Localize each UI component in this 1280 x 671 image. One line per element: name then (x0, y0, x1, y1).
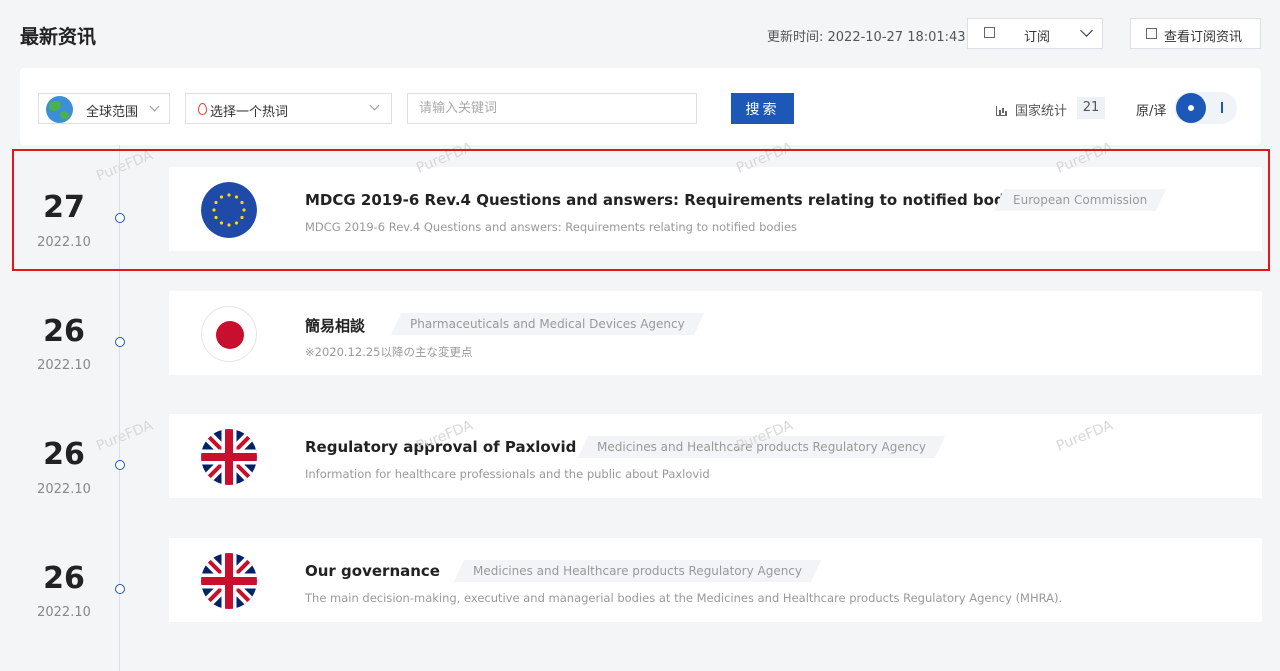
update-time: 更新时间: 2022-10-27 18:01:43 (767, 30, 966, 45)
news-year-month: 2022.10 (37, 358, 91, 373)
chevron-down-icon (369, 100, 380, 111)
agency-tag: European Commission (993, 189, 1167, 211)
watermark: PureFDA (94, 417, 156, 455)
search-button[interactable]: 搜索 (731, 93, 794, 124)
timeline-dot (115, 584, 125, 594)
news-year-month: 2022.10 (37, 605, 91, 620)
news-year-month: 2022.10 (37, 482, 91, 497)
keyword-search-input[interactable] (407, 93, 697, 124)
subscription-icon (1146, 28, 1157, 39)
scope-label: 全球范围 (86, 105, 139, 120)
agency-label: European Commission (1013, 193, 1148, 207)
watermark: PureFDA (94, 147, 156, 185)
subscribe-icon (984, 27, 995, 38)
agency-tag: Medicines and Healthcare products Regula… (453, 560, 822, 582)
japan-flag-icon (201, 306, 257, 362)
uk-flag-icon (201, 429, 257, 485)
news-card[interactable]: MDCG 2019-6 Rev.4 Questions and answers:… (169, 167, 1262, 251)
original-translation-toggle[interactable] (1174, 92, 1237, 124)
news-subtitle: MDCG 2019-6 Rev.4 Questions and answers:… (305, 220, 798, 234)
news-subtitle: ※2020.12.25以降の主な変更点 (305, 345, 473, 359)
timeline-dot (115, 337, 125, 347)
news-card[interactable]: 簡易相談 Pharmaceuticals and Medical Devices… (169, 291, 1262, 375)
agency-tag: Pharmaceuticals and Medical Devices Agen… (390, 313, 704, 335)
news-card[interactable]: Our governance Medicines and Healthcare … (169, 538, 1262, 622)
globe-icon (46, 96, 73, 123)
country-stats-link[interactable]: 国家统计 (996, 100, 1067, 119)
country-stats-label: 国家统计 (1015, 104, 1068, 119)
news-day: 26 (43, 561, 85, 596)
news-day: 26 (43, 314, 85, 349)
chevron-down-icon (149, 101, 160, 112)
uk-flag-icon (201, 553, 257, 609)
page-title: 最新资讯 (20, 26, 97, 48)
news-title: MDCG 2019-6 Rev.4 Questions and answers:… (305, 191, 1029, 209)
hotword-label: 选择一个热词 (210, 105, 289, 120)
flame-icon (198, 103, 207, 115)
news-subtitle: Information for healthcare professionals… (305, 467, 710, 481)
news-title: Our governance (305, 562, 440, 580)
agency-label: Medicines and Healthcare products Regula… (473, 564, 803, 578)
view-subscription-button[interactable]: 查看订阅资讯 (1130, 18, 1261, 49)
news-day: 27 (43, 190, 85, 225)
subscribe-dropdown[interactable]: 订阅 (967, 18, 1103, 49)
hotword-select[interactable]: 选择一个热词 (185, 93, 392, 124)
toggle-on-indicator (1221, 102, 1223, 113)
news-day: 26 (43, 437, 85, 472)
scope-select[interactable]: 全球范围 (38, 93, 170, 124)
news-subtitle: The main decision-making, executive and … (305, 591, 1063, 605)
chevron-down-icon (1080, 24, 1093, 37)
toggle-knob (1176, 93, 1206, 123)
country-stats-count: 21 (1077, 97, 1105, 119)
view-subscription-label: 查看订阅资讯 (1164, 30, 1243, 45)
timeline-dot (115, 460, 125, 470)
bar-chart-icon (996, 106, 1007, 116)
original-translation-label: 原/译 (1136, 104, 1167, 119)
eu-flag-icon (201, 182, 257, 238)
subscribe-label: 订阅 (1024, 30, 1051, 45)
news-title: 簡易相談 (305, 317, 366, 335)
timeline-dot (115, 213, 125, 223)
news-year-month: 2022.10 (37, 235, 91, 250)
agency-label: Pharmaceuticals and Medical Devices Agen… (410, 317, 685, 331)
